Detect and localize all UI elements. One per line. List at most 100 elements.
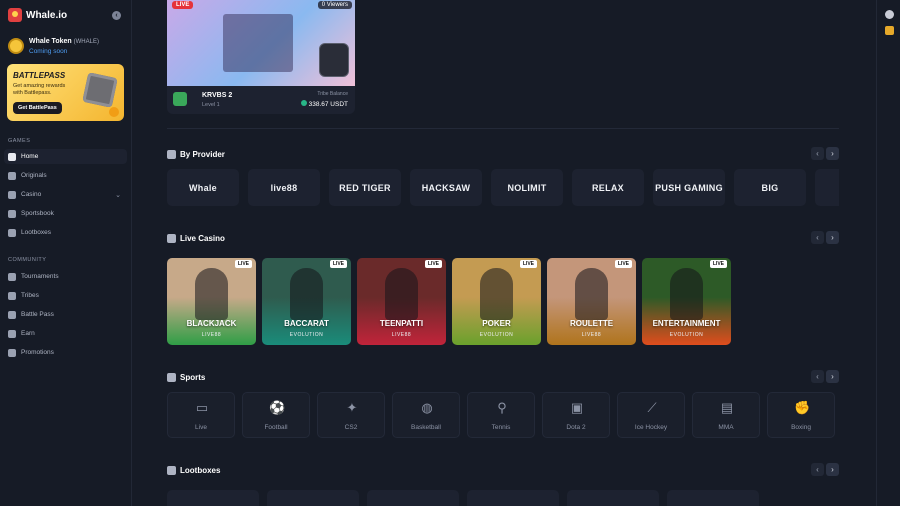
basketball-icon: ◍ <box>421 400 433 415</box>
sport-label: MMA <box>718 424 734 431</box>
live-casino-game-card[interactable]: LIVE BACCARAT EVOLUTION <box>262 258 351 345</box>
live-tag: LIVE <box>709 260 727 268</box>
provider-card[interactable]: RED TIGER <box>329 169 401 206</box>
sidebar-item-tournaments[interactable]: Tournaments <box>4 269 127 284</box>
live-casino-game-card[interactable]: LIVE POKER EVOLUTION <box>452 258 541 345</box>
token-info: Whale Token (WHALE) Coming soon <box>29 38 99 55</box>
dealer-image <box>290 268 323 320</box>
provider-card[interactable]: BIG <box>734 169 806 206</box>
game-provider: EVOLUTION <box>289 332 324 338</box>
sports-carousel: ▭ Live ⚽ Football ✦ CS2 ◍ Basketball ⚲ Tennis ▣ Dot… <box>167 392 839 439</box>
cs2-icon: ✦ <box>346 400 358 415</box>
lootbox-card[interactable] <box>267 490 359 506</box>
live-casino-game-card[interactable]: LIVE BLACKJACK LIVE88 <box>167 258 256 345</box>
sport-cs2[interactable]: ✦ CS2 <box>317 392 385 438</box>
section-divider <box>167 128 839 129</box>
lootbox-card[interactable] <box>167 490 259 506</box>
chat-icon[interactable] <box>885 10 894 19</box>
trophy-icon[interactable] <box>885 26 894 35</box>
sidebar-item-label: Casino <box>21 191 42 198</box>
provider-card[interactable]: RELAX <box>572 169 644 206</box>
provider-card[interactable]: HACKSAW <box>410 169 482 206</box>
stream-thumbnail[interactable] <box>167 0 355 86</box>
live-casino-game-card[interactable]: LIVE ENTERTAINMENT EVOLUTION <box>642 258 731 345</box>
providers-next-button[interactable]: › <box>826 147 839 160</box>
live-casino-carousel-controls: ‹ › <box>811 231 839 244</box>
provider-card[interactable]: PUSH GAMING <box>653 169 725 206</box>
whale-token-icon <box>8 38 24 54</box>
sidebar-item-home[interactable]: Home <box>4 149 127 164</box>
provider-card[interactable]: live88 <box>248 169 320 206</box>
sidebar-item-casino[interactable]: Casino ⌄ <box>4 187 127 202</box>
provider-card[interactable]: T <box>815 169 839 206</box>
lootbox-card[interactable] <box>667 490 759 506</box>
lootbox-card[interactable] <box>567 490 659 506</box>
sidebar-item-label: Home <box>21 153 39 160</box>
provider-card[interactable]: Whale <box>167 169 239 206</box>
tribes-icon <box>8 291 16 300</box>
provider-card[interactable]: NOLIMIT <box>491 169 563 206</box>
battlepass-promo[interactable]: BATTLEPASS Get amazing rewards with Batt… <box>7 64 124 121</box>
game-name: ROULETTE <box>569 319 614 328</box>
sports-heading: Sports <box>167 373 205 382</box>
chevron-down-icon[interactable]: ⌄ <box>115 191 121 199</box>
sport-ice-hockey[interactable]: ⟋ Ice Hockey <box>617 392 685 438</box>
game-provider: LIVE88 <box>581 332 602 338</box>
sport-mma[interactable]: ▤ MMA <box>692 392 760 438</box>
providers-heading: By Provider <box>167 150 225 159</box>
sport-football[interactable]: ⚽ Football <box>242 392 310 438</box>
game-name: BACCARAT <box>284 319 329 328</box>
tennis-icon: ⚲ <box>497 400 507 415</box>
sidebar-item-promotions[interactable]: Promotions <box>4 345 127 360</box>
live-tag: LIVE <box>519 260 537 268</box>
get-battlepass-button[interactable]: Get BattlePass <box>13 102 62 114</box>
brand-logo[interactable]: Whale.io <box>8 8 67 22</box>
lootboxes-next-button[interactable]: › <box>826 463 839 476</box>
sports-prev-button[interactable]: ‹ <box>811 370 824 383</box>
brand-name: Whale.io <box>26 9 68 21</box>
lootboxes-prev-button[interactable]: ‹ <box>811 463 824 476</box>
providers-prev-button[interactable]: ‹ <box>811 147 824 160</box>
live-casino-prev-button[interactable]: ‹ <box>811 231 824 244</box>
mma-icon: ▤ <box>720 400 734 415</box>
sport-basketball[interactable]: ◍ Basketball <box>392 392 460 438</box>
live-casino-game-card[interactable]: LIVE TEENPATTI LIVE88 <box>357 258 446 345</box>
sport-dota-2[interactable]: ▣ Dota 2 <box>542 392 610 438</box>
live-casino-next-button[interactable]: › <box>826 231 839 244</box>
live-casino-game-card[interactable]: LIVE ROULETTE LIVE88 <box>547 258 636 345</box>
app-root: Whale.io ‹ Whale Token (WHALE) Coming so… <box>0 0 900 506</box>
battlepass-title: BATTLEPASS <box>13 71 66 80</box>
sidebar-item-battle-pass[interactable]: Battle Pass <box>4 307 127 322</box>
live-badge: LIVE <box>172 1 194 9</box>
sidebar-item-earn[interactable]: Earn <box>4 326 127 341</box>
sidebar-item-label: Sportsbook <box>21 210 54 217</box>
token-symbol: (WHALE) <box>73 39 99 45</box>
battlepass-description: Get amazing rewards with Battlepass. <box>13 83 66 96</box>
provider-logo: NOLIMIT <box>507 182 547 193</box>
streamer-webcam <box>319 43 349 77</box>
sidebar-item-tribes[interactable]: Tribes <box>4 288 127 303</box>
lootboxes-carousel-controls: ‹ › <box>811 463 839 476</box>
lootbox-card[interactable] <box>467 490 559 506</box>
sidebar-item-originals[interactable]: Originals <box>4 168 127 183</box>
provider-logo: BIG <box>761 182 779 193</box>
sidebar-item-lootboxes[interactable]: Lootboxes <box>4 225 127 240</box>
sidebar-item-label: Originals <box>21 172 47 179</box>
games-section-label: GAMES <box>8 138 31 144</box>
sidebar-item-label: Tournaments <box>21 273 59 280</box>
sidebar-item-sportsbook[interactable]: Sportsbook <box>4 206 127 221</box>
sport-boxing[interactable]: ✊ Boxing <box>767 392 835 438</box>
sport-tennis[interactable]: ⚲ Tennis <box>467 392 535 438</box>
boxing-icon: ✊ <box>794 400 811 415</box>
sport-label: Basketball <box>411 424 441 431</box>
main-content: LIVE 0 Viewers KRVBS 2 Level 1 Tribe Bal… <box>132 0 876 506</box>
streamer-name[interactable]: KRVBS 2 <box>202 92 232 99</box>
collapse-sidebar-button[interactable]: ‹ <box>112 11 121 20</box>
sport-live[interactable]: ▭ Live <box>167 392 235 438</box>
sport-label: Boxing <box>791 424 811 431</box>
sports-next-button[interactable]: › <box>826 370 839 383</box>
live-stream-card[interactable]: LIVE 0 Viewers KRVBS 2 Level 1 Tribe Bal… <box>167 0 355 114</box>
token-widget[interactable]: Whale Token (WHALE) Coming soon <box>8 38 99 55</box>
lootbox-card[interactable] <box>367 490 459 506</box>
football-icon: ⚽ <box>269 400 286 415</box>
